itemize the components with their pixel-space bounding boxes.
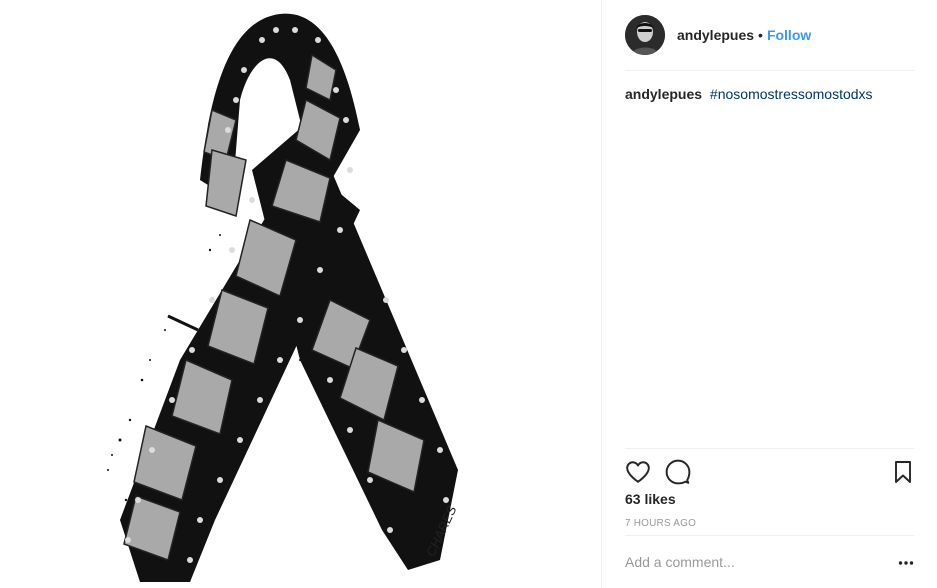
avatar[interactable] [625, 15, 665, 55]
heart-icon[interactable] [625, 459, 651, 485]
ribbon-tick [167, 314, 199, 332]
action-bar [625, 448, 914, 490]
instagram-post: CHARES andylepues • Follow andylepues #n… [0, 0, 937, 588]
follow-button[interactable]: Follow [767, 27, 811, 43]
post-sidebar: andylepues • Follow andylepues #nosomost… [602, 0, 937, 588]
caption-username[interactable]: andylepues [625, 86, 702, 102]
likes-count[interactable]: 63 likes [625, 491, 676, 507]
comment-bubble-icon[interactable] [665, 459, 691, 485]
film-ribbon-illustration: CHARES [107, 13, 460, 582]
header-username[interactable]: andylepues [677, 27, 754, 43]
separator-dot: • [758, 27, 763, 43]
post-timestamp[interactable]: 7 HOURS AGO [625, 518, 696, 529]
caption-hashtag[interactable]: #nosomostressomostodxs [710, 86, 873, 102]
comment-bar [625, 535, 914, 588]
post-caption: andylepues #nosomostressomostodxs [625, 85, 914, 103]
post-image[interactable]: CHARES [0, 0, 602, 588]
comment-input[interactable] [625, 554, 875, 570]
more-options-icon[interactable] [898, 556, 914, 570]
post-header: andylepues • Follow [625, 12, 914, 71]
bookmark-icon[interactable] [891, 459, 917, 485]
avatar-photo-icon [625, 15, 665, 55]
